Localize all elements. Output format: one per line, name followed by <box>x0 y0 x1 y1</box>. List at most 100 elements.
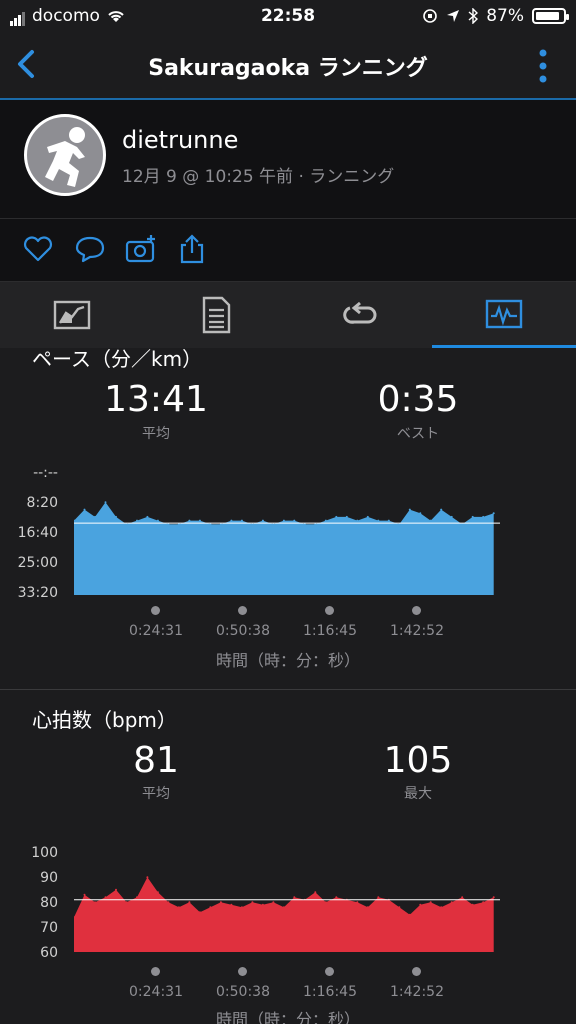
heart-point <box>482 901 485 904</box>
heart-point <box>261 903 264 906</box>
battery-percent: 87% <box>486 6 524 26</box>
status-bar: docomo 22:58 87% <box>0 0 576 34</box>
heart-point <box>492 896 495 899</box>
heart-point <box>293 896 296 899</box>
pace-point <box>492 512 495 515</box>
pace-point <box>83 508 86 511</box>
heart-point <box>471 903 474 906</box>
heart-ytick-1: 90 <box>40 870 58 886</box>
heart-point <box>83 893 86 896</box>
heart-point <box>198 911 201 914</box>
share-icon[interactable] <box>176 233 208 265</box>
pace-point <box>440 508 443 511</box>
heart-xdot-2 <box>325 967 334 976</box>
pace-point <box>366 515 369 518</box>
heart-xtick-3: 1:42:52 <box>390 984 444 1000</box>
pace-avg-label: 平均 <box>142 426 170 442</box>
tab-overview[interactable] <box>0 282 144 348</box>
heart-point <box>125 901 128 904</box>
orientation-lock-icon <box>423 9 438 23</box>
location-icon <box>447 10 460 22</box>
heart-max-value: 105 <box>383 740 453 781</box>
details-tab-icon <box>202 296 231 334</box>
pace-ytick-2: 16:40 <box>17 525 58 541</box>
pace-chart <box>74 501 500 595</box>
graphs-tab-icon <box>485 299 523 328</box>
pace-point <box>198 519 201 522</box>
more-menu-icon[interactable] <box>538 48 548 84</box>
heart-point <box>272 901 275 904</box>
username[interactable]: dietrunne <box>122 126 238 154</box>
pace-point <box>293 519 296 522</box>
pace-point <box>408 508 411 511</box>
pace-best-label: ベスト <box>396 426 440 442</box>
heart-point <box>419 903 422 906</box>
heart-max-label: 最大 <box>404 786 432 802</box>
pace-point <box>188 519 191 522</box>
nav-bar: Sakuragaoka ランニング <box>0 34 576 100</box>
avatar[interactable] <box>24 114 106 196</box>
pace-xtick-1: 0:50:38 <box>216 623 270 639</box>
pace-xtick-3: 1:42:52 <box>390 623 444 639</box>
pace-ytick-3: 25:00 <box>17 555 58 571</box>
heart-point <box>230 903 233 906</box>
heart-point <box>408 913 411 916</box>
tab-laps[interactable] <box>288 282 432 348</box>
pace-xdot-0 <box>151 606 160 615</box>
pace-point <box>104 501 107 504</box>
pace-point <box>482 515 485 518</box>
pace-title: ペース（分／km） <box>32 349 203 371</box>
heart-point <box>136 896 138 899</box>
heart-xdot-0 <box>151 967 160 976</box>
heart-point <box>461 896 464 899</box>
heart-point <box>450 901 453 904</box>
heart-point <box>177 906 180 909</box>
heart-xtick-1: 0:50:38 <box>216 984 270 1000</box>
pace-xdot-1 <box>238 606 247 615</box>
heart-ytick-4: 60 <box>40 945 58 961</box>
pace-point <box>419 512 422 515</box>
heart-rate-section: 心拍数（bpm） 81 平均 105 最大 100 90 80 70 60 0:… <box>0 690 576 1024</box>
heart-area <box>74 877 494 952</box>
heart-point <box>440 906 443 909</box>
heart-point <box>240 906 243 909</box>
pace-point <box>356 519 359 522</box>
heart-point <box>94 901 96 904</box>
heart-ytick-2: 80 <box>40 895 58 911</box>
pace-point <box>387 519 390 522</box>
heart-point <box>167 901 170 904</box>
laps-tab-icon <box>343 301 377 324</box>
pace-section: ペース（分／km） 13:41 平均 0:35 ベスト --:-- 8:20 1… <box>0 349 576 689</box>
heart-ytick-3: 70 <box>40 920 58 936</box>
pace-point <box>471 515 474 518</box>
battery-icon <box>532 8 569 24</box>
pace-xdot-3 <box>412 606 421 615</box>
bluetooth-icon <box>468 8 479 24</box>
tab-details[interactable] <box>144 282 288 348</box>
pace-point <box>146 515 149 518</box>
pace-point <box>136 519 138 522</box>
comment-icon[interactable] <box>74 233 106 265</box>
pace-avg-value: 13:41 <box>104 379 208 420</box>
pace-point <box>282 519 285 522</box>
heart-xtick-2: 1:16:45 <box>303 984 357 1000</box>
pace-area <box>74 502 494 595</box>
pace-point <box>261 519 264 522</box>
pace-ytick-4: 33:20 <box>17 585 58 601</box>
heart-point <box>366 906 369 909</box>
status-right: 87% <box>422 6 569 26</box>
tab-graphs[interactable] <box>432 282 576 348</box>
heart-title: 心拍数（bpm） <box>32 708 177 732</box>
like-icon[interactable] <box>22 233 54 265</box>
heart-point <box>188 901 191 904</box>
heart-rate-chart <box>74 876 500 952</box>
pace-ytick-0: --:-- <box>33 465 58 481</box>
pace-xaxis-title: 時間（時：分：秒） <box>215 651 360 670</box>
pace-ytick-1: 8:20 <box>26 495 58 511</box>
heart-avg-label: 平均 <box>142 786 170 802</box>
pace-xtick-2: 1:16:45 <box>303 623 357 639</box>
heart-xdot-3 <box>412 967 421 976</box>
pace-point <box>240 519 243 522</box>
heart-point <box>115 888 117 891</box>
add-photo-icon[interactable] <box>125 233 157 265</box>
